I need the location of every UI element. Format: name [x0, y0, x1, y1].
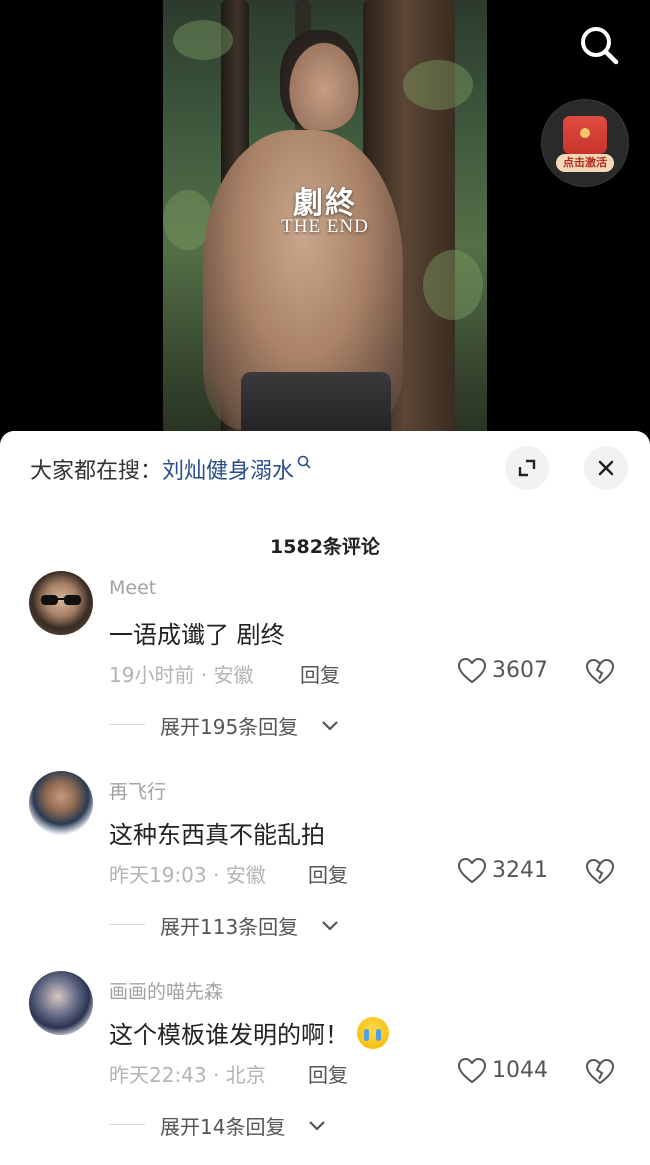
broken-heart-icon — [585, 1058, 615, 1085]
close-icon — [598, 460, 614, 476]
reply-button[interactable]: 回复 — [308, 859, 348, 888]
video-player[interactable]: 劇終 THE END 点击激活 — [0, 0, 650, 445]
dislike-button[interactable] — [584, 657, 616, 687]
foliage — [423, 250, 483, 320]
comment-text: 这种东西真不能乱拍 — [109, 821, 325, 849]
chevron-down-icon — [322, 921, 338, 931]
expand-icon — [518, 459, 536, 477]
comment-text: 这个模板谁发明的啊！ — [109, 1015, 389, 1050]
username[interactable]: Meet — [109, 577, 156, 599]
expand-replies-label: 展开113条回复 — [160, 915, 299, 939]
foliage — [173, 20, 233, 60]
comment-text-content: 这个模板谁发明的啊！ — [109, 1021, 349, 1049]
close-button[interactable] — [584, 446, 628, 490]
dislike-button[interactable] — [584, 857, 616, 887]
heart-icon — [457, 1057, 487, 1084]
trending-prefix: 大家都在搜： — [30, 459, 163, 484]
search-icon — [581, 27, 619, 65]
search-icon — [297, 455, 311, 469]
comment-item: 再飞行 这种东西真不能乱拍 昨天19:03 · 安徽 回复 3241 展开113… — [0, 771, 650, 971]
expand-button[interactable] — [505, 446, 549, 490]
video-overlay-subtitle: THE END — [281, 216, 369, 237]
dislike-button[interactable] — [584, 1057, 616, 1087]
heart-icon — [457, 857, 487, 884]
chevron-down-icon — [309, 1121, 325, 1131]
comment-panel: 大家都在搜：刘灿健身溺水 1582条评论 Meet 一语成谶了 剧终 19小时前… — [0, 431, 650, 1165]
avatar[interactable] — [29, 971, 93, 1035]
trending-search-term[interactable]: 刘灿健身溺水 — [162, 459, 294, 484]
comment-item: Meet 一语成谶了 剧终 19小时前 · 安徽 回复 3607 展开195条回… — [0, 571, 650, 771]
reply-button[interactable]: 回复 — [308, 1059, 348, 1088]
avatar[interactable] — [29, 571, 93, 635]
broken-heart-icon — [585, 658, 615, 685]
divider-line — [109, 1124, 145, 1125]
crying-emoji-icon — [357, 1017, 389, 1049]
like-count: 1044 — [492, 1058, 548, 1083]
red-envelope-button[interactable]: 点击激活 — [541, 99, 629, 187]
reply-button[interactable]: 回复 — [300, 659, 340, 688]
person-head — [280, 30, 360, 130]
video-frame[interactable]: 劇終 THE END — [163, 0, 487, 445]
expand-replies-label: 展开14条回复 — [160, 1115, 286, 1139]
divider-line — [109, 924, 145, 925]
activate-label: 点击激活 — [556, 154, 614, 172]
like-count: 3607 — [492, 658, 548, 683]
search-button[interactable] — [574, 22, 624, 68]
expand-replies-label: 展开195条回复 — [160, 715, 299, 739]
comment-text: 一语成谶了 剧终 — [109, 621, 285, 649]
comment-meta: 昨天22:43 · 北京 — [109, 1063, 266, 1087]
comment-item: 画画的喵先森 这个模板谁发明的啊！ 昨天22:43 · 北京 回复 1044 展… — [0, 971, 650, 1165]
username[interactable]: 再飞行 — [109, 777, 166, 804]
chevron-down-icon — [322, 721, 338, 731]
foliage — [403, 60, 473, 110]
avatar[interactable] — [29, 771, 93, 835]
red-envelope-icon — [563, 116, 607, 154]
heart-icon — [457, 657, 487, 684]
like-count: 3241 — [492, 858, 548, 883]
comment-count: 1582条评论 — [270, 536, 380, 558]
comment-meta: 昨天19:03 · 安徽 — [109, 863, 266, 887]
trending-search-bar: 大家都在搜：刘灿健身溺水 — [30, 453, 314, 485]
comment-meta: 19小时前 · 安徽 — [109, 663, 254, 687]
divider-line — [109, 724, 145, 725]
broken-heart-icon — [585, 858, 615, 885]
sunglasses-icon — [41, 595, 81, 605]
username[interactable]: 画画的喵先森 — [109, 977, 223, 1004]
